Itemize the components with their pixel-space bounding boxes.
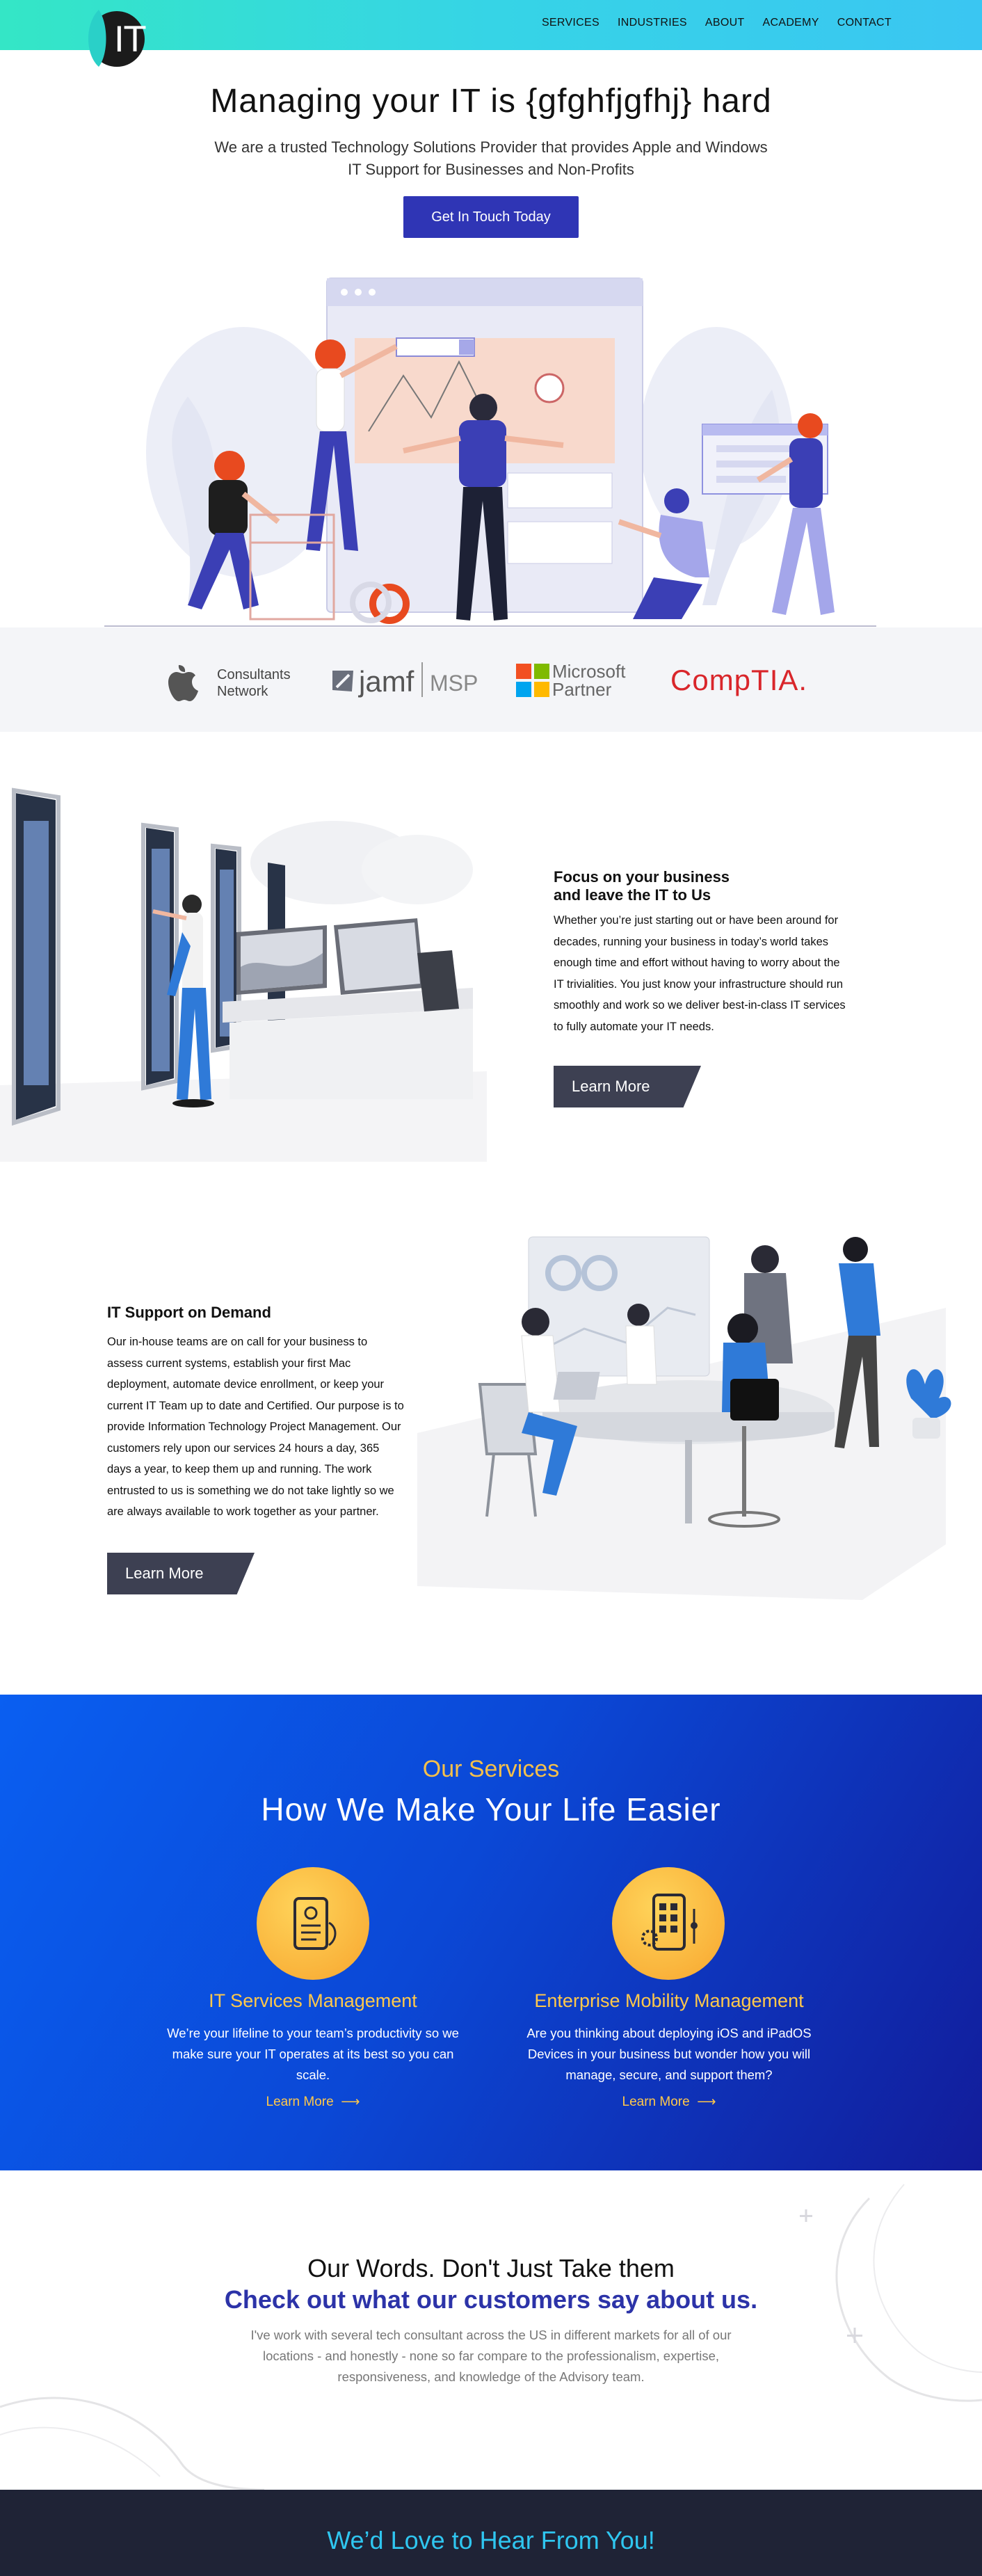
jamf-logo-icon	[332, 671, 353, 691]
partner-logos-strip: Consultants Network jamf MSP Microsoft P…	[0, 627, 982, 732]
hero-title: Managing your IT is {gfghfjgfhj} hard	[210, 83, 772, 120]
jamf-wordmark: jamf	[359, 665, 414, 698]
service-body-it-management: We’re your lifeline to your team’s produ…	[167, 2026, 459, 2082]
services-eyebrow: Our Services	[422, 1756, 560, 1782]
service-icon-circle-2	[612, 1867, 725, 1980]
service-link-label: Learn More	[266, 2095, 334, 2109]
main-nav: SERVICES INDUSTRIES ABOUT ACADEMY CONTAC…	[542, 17, 892, 29]
ms-line1: Microsoft	[552, 661, 626, 682]
ms-line2: Partner	[552, 679, 612, 700]
jamf-divider	[421, 662, 423, 697]
service-link-mobility[interactable]: Learn More ⟶	[565, 2094, 773, 2110]
arrow-right-icon: ⟶	[337, 2095, 360, 2109]
contact-footer: We’d Love to Hear From You!	[0, 2490, 982, 2576]
team-meeting-illustration	[417, 1236, 951, 1600]
clipboard-device-icon	[293, 1897, 337, 1950]
service-icon-circle-1	[257, 1867, 369, 1980]
testimonial-quote: I've work with several tech consultant a…	[250, 2328, 732, 2384]
nav-item-contact[interactable]: CONTACT	[837, 17, 892, 29]
service-title-it-management: IT Services Management	[209, 1990, 417, 2011]
service-link-label: Learn More	[622, 2095, 690, 2109]
nav-item-about[interactable]: ABOUT	[705, 17, 745, 29]
jamf-msp-label: MSP	[430, 671, 478, 696]
apple-line1: Consultants	[217, 667, 291, 682]
service-title-mobility: Enterprise Mobility Management	[534, 1990, 804, 2011]
focus-heading-line1: Focus on your business	[554, 868, 730, 886]
focus-heading-line2: and leave the IT to Us	[554, 886, 711, 904]
nav-item-industries[interactable]: INDUSTRIES	[618, 17, 687, 29]
support-body: Our in-house teams are on call for your …	[107, 1336, 404, 1518]
microsoft-partner-label: Microsoft Partner	[552, 662, 625, 698]
apple-logo-icon	[168, 665, 198, 701]
focus-heading: Focus on your business and leave the IT …	[554, 868, 730, 904]
nav-item-services[interactable]: SERVICES	[542, 17, 599, 29]
hero-subtitle: We are a trusted Technology Solutions Pr…	[214, 138, 768, 178]
focus-learn-more-button[interactable]: Learn More	[554, 1066, 701, 1107]
microsoft-logo-icon	[516, 664, 549, 697]
logo-mark-icon: IT	[88, 10, 146, 67]
get-in-touch-button[interactable]: Get In Touch Today	[403, 196, 579, 238]
arrow-right-icon: ⟶	[693, 2095, 716, 2109]
testimonials-subheading: Check out what our customers say about u…	[224, 2285, 758, 2314]
apple-line2: Network	[217, 684, 268, 699]
support-learn-more-button[interactable]: Learn More	[107, 1553, 255, 1594]
services-section: Our Services How We Make Your Life Easie…	[0, 1695, 982, 2170]
mobile-gear-icon	[641, 1894, 698, 1951]
service-body-mobility: Are you thinking about deploying iOS and…	[526, 2026, 812, 2082]
support-heading: IT Support on Demand	[107, 1304, 271, 1321]
testimonials-heading: Our Words. Don't Just Take them	[307, 2254, 675, 2282]
server-room-illustration	[0, 787, 487, 1162]
logo-text: IT	[114, 19, 146, 60]
comptia-logo: CompTIA.	[670, 664, 808, 696]
hero-team-illustration	[104, 278, 876, 627]
service-link-it-management[interactable]: Learn More ⟶	[209, 2094, 417, 2110]
nav-item-academy[interactable]: ACADEMY	[763, 17, 819, 29]
apple-consultants-label: Consultants Network	[217, 666, 291, 700]
services-title: How We Make Your Life Easier	[261, 1791, 721, 1827]
site-logo[interactable]: IT	[81, 6, 147, 70]
focus-body: Whether you’re just starting out or have…	[554, 914, 846, 1033]
footer-heading: We’d Love to Hear From You!	[327, 2526, 655, 2554]
